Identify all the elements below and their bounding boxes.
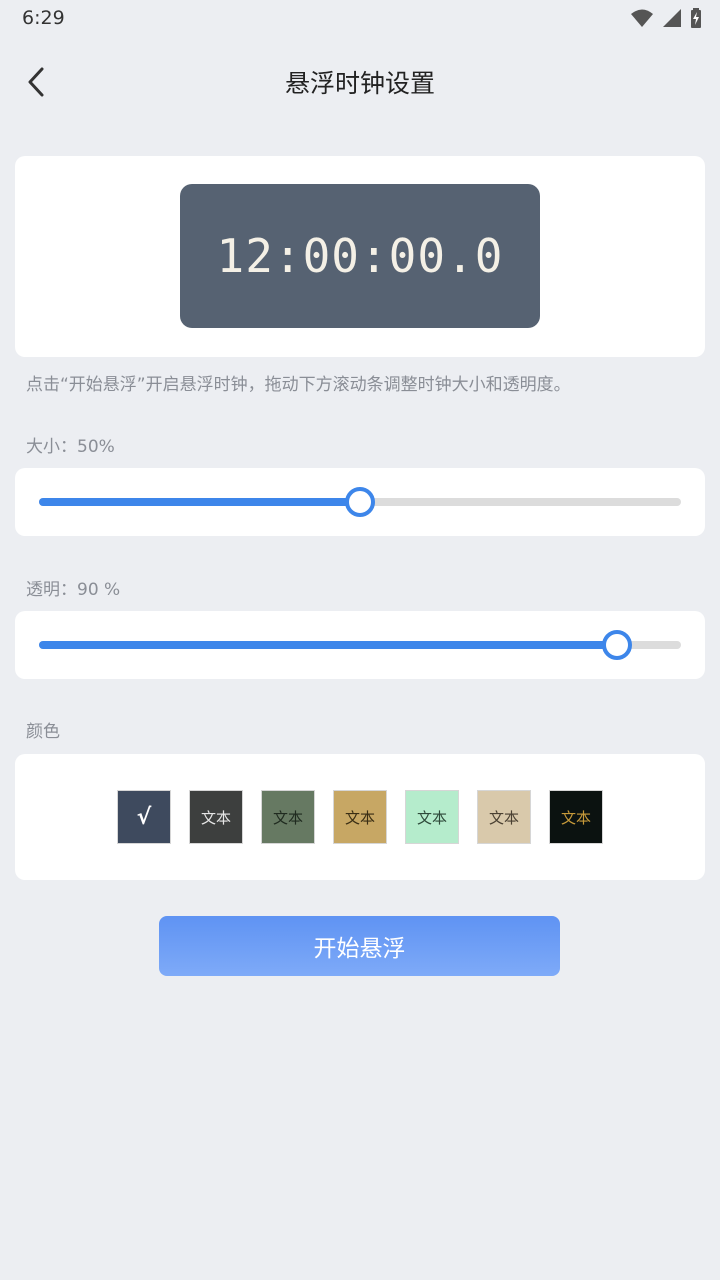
page-title: 悬浮时钟设置 xyxy=(284,69,435,98)
color-card: √ 文本 文本 文本 文本 文本 文本 xyxy=(15,754,705,880)
status-icons xyxy=(630,8,702,28)
opacity-label: 透明：90 % xyxy=(26,580,121,600)
hint-text: 点击“开始悬浮”开启悬浮时钟，拖动下方滚动条调整时钟大小和透明度。 xyxy=(26,375,571,395)
status-bar: 6:29 xyxy=(0,0,720,36)
status-time: 6:29 xyxy=(22,7,65,29)
opacity-slider-fill xyxy=(39,641,617,649)
clock-preview: 12:00:00.0 xyxy=(180,184,540,328)
color-swatch[interactable]: 文本 xyxy=(189,790,243,844)
size-label: 大小：50% xyxy=(26,437,115,457)
color-swatch[interactable]: 文本 xyxy=(261,790,315,844)
color-swatch[interactable]: 文本 xyxy=(405,790,459,844)
clock-preview-text: 12:00:00.0 xyxy=(216,229,504,283)
size-slider-fill xyxy=(39,498,360,506)
start-float-button[interactable]: 开始悬浮 xyxy=(159,916,560,976)
color-swatch[interactable]: 文本 xyxy=(549,790,603,844)
opacity-slider[interactable] xyxy=(39,630,681,660)
color-swatch[interactable]: 文本 xyxy=(333,790,387,844)
battery-icon xyxy=(691,8,701,28)
top-bar: 悬浮时钟设置 xyxy=(0,44,720,118)
size-slider[interactable] xyxy=(39,487,681,517)
size-slider-card xyxy=(15,468,705,536)
color-swatch[interactable]: √ xyxy=(117,790,171,844)
size-slider-thumb[interactable] xyxy=(345,487,375,517)
wifi-icon xyxy=(631,9,653,27)
color-swatches: √ 文本 文本 文本 文本 文本 文本 xyxy=(117,790,603,844)
signal-icon xyxy=(663,9,681,27)
color-label: 颜色 xyxy=(26,722,60,742)
opacity-slider-thumb[interactable] xyxy=(601,630,632,660)
clock-preview-card: 12:00:00.0 xyxy=(15,156,705,357)
color-swatch[interactable]: 文本 xyxy=(477,790,531,844)
opacity-slider-card xyxy=(15,611,705,679)
